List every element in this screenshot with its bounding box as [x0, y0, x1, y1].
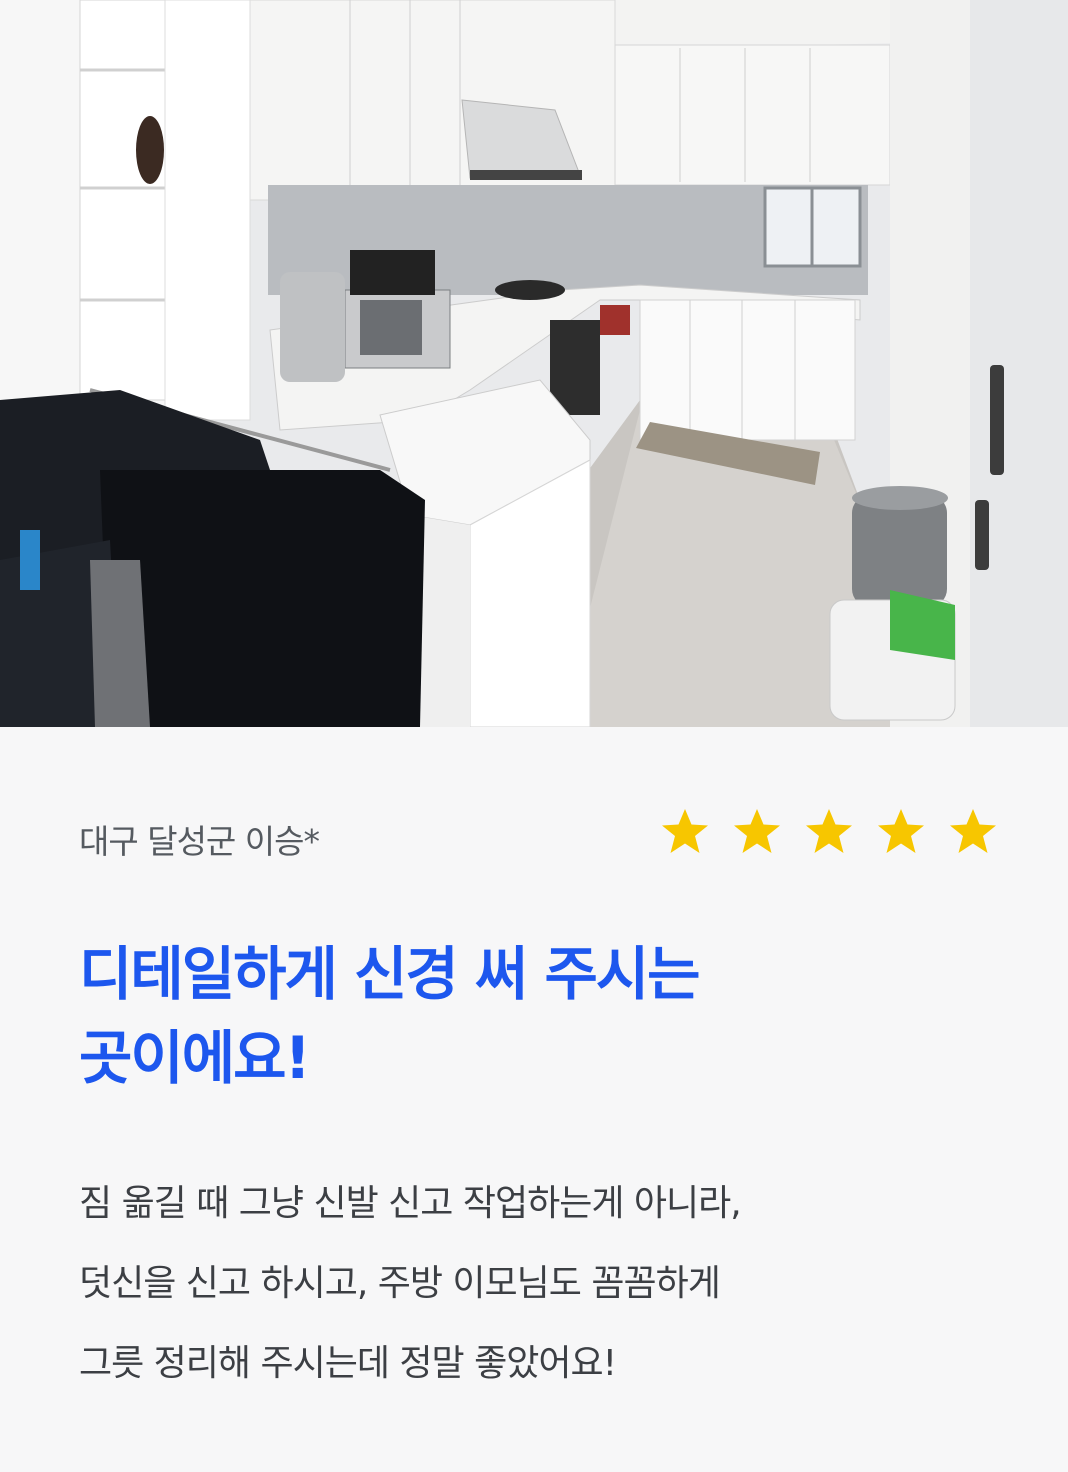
review-body: 짐 옮길 때 그냥 신발 신고 작업하는게 아니라, 덧신을 신고 하시고, 주…: [79, 1164, 999, 1404]
headline-line: 디테일하게 신경 써 주시는: [79, 940, 701, 1008]
review-headline: 디테일하게 신경 써 주시는 곳이에요!: [79, 932, 999, 1100]
star-icon: [806, 809, 852, 853]
reviewer-name: 대구 달성군 이승*: [79, 822, 320, 861]
body-line: 덧신을 신고 하시고, 주방 이모님도 꼼꼼하게: [79, 1263, 721, 1304]
star-rating: [660, 807, 998, 857]
kitchen-photo-illustration: [0, 0, 1068, 727]
star-icon: [662, 809, 708, 853]
headline-line: 곳이에요!: [79, 1024, 311, 1092]
star-icon: [950, 809, 996, 853]
review-card: 대구 달성군 이승* 디테일하게 신경 써 주시는 곳이에요! 짐 옮길 때 그…: [0, 727, 1068, 1472]
star-icon: [878, 809, 924, 853]
body-line: 짐 옮길 때 그냥 신발 신고 작업하는게 아니라,: [79, 1183, 742, 1224]
body-line: 그릇 정리해 주시는데 정말 좋았어요!: [79, 1343, 617, 1384]
kitchen-photo: [0, 0, 1068, 727]
star-icon: [734, 809, 780, 853]
